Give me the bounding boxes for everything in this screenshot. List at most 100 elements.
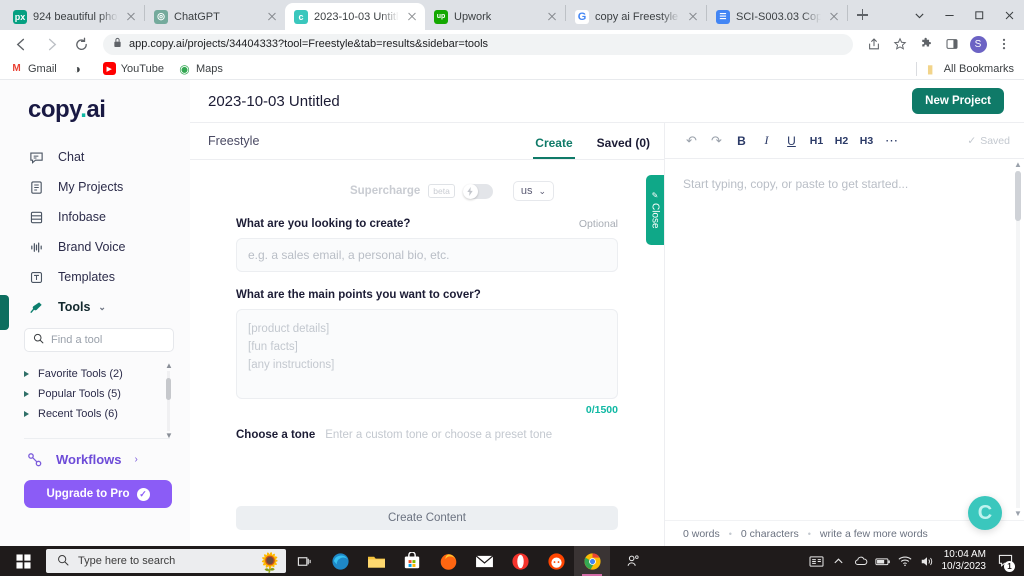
close-tab-icon[interactable]	[545, 10, 559, 24]
tool-list-scrollbar[interactable]: ▲ ▼	[165, 362, 173, 440]
search-icon	[33, 333, 44, 347]
file-explorer-icon[interactable]	[358, 546, 394, 576]
scrollbar-thumb[interactable]	[1015, 171, 1021, 221]
browser-tab-5[interactable]: ☰ SCI-S003.03 Copy Ai	[707, 3, 847, 30]
sidebar-item-my-projects[interactable]: My Projects	[0, 172, 190, 202]
underline-button[interactable]: U	[779, 128, 804, 153]
address-bar[interactable]: app.copy.ai/projects/34404333?tool=Frees…	[103, 33, 853, 55]
show-hidden-icons-chevron[interactable]	[828, 546, 850, 576]
profile-avatar[interactable]: S	[966, 32, 990, 56]
bookmark-label: YouTube	[120, 62, 164, 75]
google-chrome-icon[interactable]	[574, 546, 610, 576]
browser-tab-2-active[interactable]: c 2023-10-03 Untitled	[285, 3, 425, 30]
editor-content-area[interactable]: Start typing, copy, or paste to get star…	[665, 159, 1024, 520]
new-tab-button[interactable]	[848, 1, 876, 29]
close-tab-icon[interactable]	[827, 10, 841, 24]
close-tab-icon[interactable]	[124, 10, 138, 24]
sidebar-collapse-handle[interactable]	[0, 295, 9, 330]
editor-scrollbar[interactable]: ▲ ▼	[1014, 161, 1022, 518]
notification-icon[interactable]: 1	[992, 546, 1018, 576]
maximize-button[interactable]	[964, 0, 994, 30]
start-button[interactable]	[0, 546, 46, 576]
document-editor-pane: ↶ ↷ B I U H1 H2 H3 ⋯ ✓ Saved Start typin…	[665, 123, 1024, 546]
bookmark-star-icon[interactable]	[888, 32, 912, 56]
new-project-button[interactable]: New Project	[912, 88, 1004, 114]
scroll-down-arrow-icon[interactable]: ▼	[1014, 510, 1022, 518]
close-tab-icon[interactable]	[405, 10, 419, 24]
mail-icon[interactable]	[466, 546, 502, 576]
undo-icon[interactable]: ↶	[679, 128, 704, 153]
sidebar-item-workflows[interactable]: Workflows ›	[0, 439, 190, 468]
browser-tab-4[interactable]: G copy ai Freestyle - Go	[566, 3, 706, 30]
plug-icon	[28, 299, 44, 315]
forward-icon[interactable]	[38, 31, 64, 57]
microsoft-store-icon[interactable]	[394, 546, 430, 576]
sidebar-item-infobase[interactable]: Infobase	[0, 202, 190, 232]
supercharge-toggle[interactable]	[462, 183, 493, 199]
heading-1-button[interactable]: H1	[804, 128, 829, 153]
copyai-logo[interactable]: copy.ai	[0, 80, 190, 124]
close-tab-icon[interactable]	[265, 10, 279, 24]
bookmark-globe[interactable]: ◑	[71, 62, 89, 76]
bold-button[interactable]: B	[729, 128, 754, 153]
volume-icon[interactable]	[916, 546, 938, 576]
task-view-icon[interactable]	[286, 546, 322, 576]
reload-icon[interactable]	[68, 31, 94, 57]
minimize-button[interactable]	[934, 0, 964, 30]
sidebar-item-tools[interactable]: Tools ⌄	[0, 292, 190, 322]
taskbar-clock[interactable]: 10:04 AM 10/3/2023	[938, 549, 993, 573]
microsoft-edge-icon[interactable]	[322, 546, 358, 576]
chrome-menu-icon[interactable]	[992, 32, 1016, 56]
back-icon[interactable]	[8, 31, 34, 57]
heading-2-button[interactable]: H2	[829, 128, 854, 153]
heading-3-button[interactable]: H3	[854, 128, 879, 153]
italic-button[interactable]: I	[754, 128, 779, 153]
redo-icon[interactable]: ↷	[704, 128, 729, 153]
main-points-textarea[interactable]: [product details] [fun facts] [any instr…	[236, 309, 618, 399]
tab-strip: px 924 beautiful photo r ◎ ChatGPT c 202…	[0, 0, 1024, 30]
browser-tab-3[interactable]: up Upwork	[425, 3, 565, 30]
chevron-down-icon[interactable]: ⌄	[98, 302, 106, 313]
people-icon[interactable]	[610, 546, 656, 576]
sidebar-item-brand-voice[interactable]: Brand Voice	[0, 232, 190, 262]
tab-search-chevron-icon[interactable]	[904, 0, 934, 30]
tab-create[interactable]: Create	[533, 136, 576, 159]
reddit-icon[interactable]	[538, 546, 574, 576]
share-icon[interactable]	[862, 32, 886, 56]
all-bookmarks-label[interactable]: All Bookmarks	[944, 63, 1014, 75]
scroll-up-arrow-icon[interactable]: ▲	[1014, 161, 1022, 169]
scroll-up-arrow-icon[interactable]: ▲	[165, 362, 173, 370]
firefox-icon[interactable]	[430, 546, 466, 576]
close-panel-tab[interactable]: ✎ Close	[646, 175, 664, 245]
tab-saved[interactable]: Saved (0)	[597, 136, 650, 159]
bookmark-youtube[interactable]: ▶ YouTube	[102, 62, 164, 75]
sidebar-item-chat[interactable]: Chat	[0, 142, 190, 172]
extensions-puzzle-icon[interactable]	[914, 32, 938, 56]
browser-tab-1[interactable]: ◎ ChatGPT	[145, 3, 285, 30]
opera-icon[interactable]	[502, 546, 538, 576]
onedrive-icon[interactable]	[850, 546, 872, 576]
scrollbar-thumb[interactable]	[166, 378, 171, 400]
flower-widget-icon[interactable]: 🌻	[258, 551, 282, 573]
close-tab-icon[interactable]	[686, 10, 700, 24]
tool-search-input[interactable]: Find a tool	[24, 328, 174, 352]
sidebar-item-templates[interactable]: Templates	[0, 262, 190, 292]
battery-icon[interactable]	[872, 546, 894, 576]
wifi-icon[interactable]	[894, 546, 916, 576]
side-panel-icon[interactable]	[940, 32, 964, 56]
language-select[interactable]: us ⌄	[512, 181, 555, 201]
support-chat-button[interactable]: C	[968, 496, 1002, 530]
news-weather-icon[interactable]	[806, 546, 828, 576]
close-window-button[interactable]	[994, 0, 1024, 30]
taskbar-search-box[interactable]: Type here to search 🌻	[46, 549, 286, 573]
main-content: 2023-10-03 Untitled New Project Freestyl…	[190, 80, 1024, 546]
create-input[interactable]: e.g. a sales email, a personal bio, etc.	[236, 238, 618, 272]
browser-tab-0[interactable]: px 924 beautiful photo r	[4, 3, 144, 30]
more-options-icon[interactable]: ⋯	[879, 128, 904, 153]
bookmark-maps[interactable]: ◉ Maps	[178, 62, 223, 76]
bookmark-gmail[interactable]: M Gmail	[10, 62, 56, 75]
scroll-down-arrow-icon[interactable]: ▼	[165, 432, 173, 440]
create-content-button[interactable]: Create Content	[236, 506, 618, 530]
upgrade-to-pro-button[interactable]: Upgrade to Pro ✓	[24, 480, 172, 508]
chat-bubble-icon	[28, 149, 44, 165]
